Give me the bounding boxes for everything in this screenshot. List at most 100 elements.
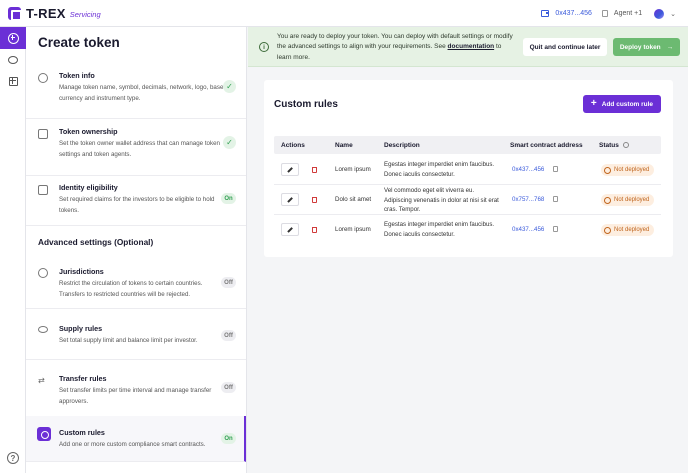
step-title: Token info — [59, 71, 95, 80]
clock-icon — [604, 196, 611, 204]
trash-icon — [311, 166, 317, 173]
gear-icon — [38, 73, 48, 83]
copy-icon[interactable] — [553, 226, 558, 232]
app-name: T-REX — [26, 5, 66, 21]
tokens-nav-button[interactable] — [0, 49, 26, 71]
step-token-info[interactable]: Token info Manage token name, symbol, de… — [26, 63, 246, 119]
banner-message: You are ready to deploy your token. You … — [277, 32, 513, 63]
quit-button[interactable]: Quit and continue later — [523, 38, 607, 56]
rule-name: Dolo sit amet — [335, 196, 372, 203]
delete-button[interactable] — [305, 223, 323, 236]
edit-button[interactable] — [281, 193, 299, 206]
pencil-icon — [287, 226, 293, 233]
step-token-ownership[interactable]: Token ownership Set the token owner wall… — [26, 119, 246, 176]
edit-button[interactable] — [281, 223, 299, 236]
delete-button[interactable] — [305, 193, 323, 206]
status-text: Not deployed — [614, 167, 650, 173]
app-logo[interactable]: T-REX Servicing — [8, 6, 101, 21]
status-badge: Not deployed — [601, 164, 655, 176]
contract-address-link[interactable]: 0x757...768 — [512, 196, 544, 203]
trash-icon — [311, 196, 317, 203]
step-desc: Manage token name, symbol, decimals, net… — [59, 84, 224, 102]
step-title: Supply rules — [59, 324, 103, 333]
advanced-settings-heading: Advanced settings (Optional) — [38, 237, 154, 247]
section-title: Custom rules — [274, 99, 338, 110]
toggle-on[interactable]: On — [221, 433, 236, 444]
status-badge: Not deployed — [601, 224, 655, 236]
column-header-status: Status — [599, 142, 629, 149]
delete-button[interactable] — [305, 163, 323, 176]
table-row: Lorem ipsum Egestas integer imperdiet en… — [274, 215, 661, 245]
custom-rules-card: Custom rules + Add custom rule Actions N… — [264, 80, 673, 257]
step-title: Custom rules — [59, 428, 105, 437]
column-header: Smart contract address — [510, 142, 583, 149]
copy-icon[interactable] — [553, 166, 558, 172]
nav-rail: ? — [0, 27, 26, 473]
status-text: Not deployed — [614, 227, 650, 233]
pencil-icon — [287, 166, 293, 173]
check-icon: ✓ — [223, 136, 236, 149]
document-icon — [38, 129, 48, 139]
plus-icon: + — [590, 98, 597, 109]
top-bar: T-REX Servicing 0x437...456 Agent +1 ⌄ — [0, 0, 688, 27]
coins-icon — [38, 326, 48, 333]
add-label: Add custom rule — [601, 100, 654, 108]
step-desc: Set the token owner wallet address that … — [59, 140, 220, 158]
column-header: Name — [335, 142, 353, 149]
grid-icon — [8, 76, 18, 86]
transfer-arrows-icon: ⇄ — [38, 376, 45, 385]
toggle-on[interactable]: On — [221, 193, 236, 204]
documentation-link[interactable]: documentation — [448, 43, 495, 50]
table-header: Actions Name Description Smart contract … — [274, 136, 661, 154]
step-desc: Set total supply limit and balance limit… — [59, 337, 198, 344]
edit-button[interactable] — [281, 163, 299, 176]
table-row: Lorem ipsum Egestas integer imperdiet en… — [274, 155, 661, 185]
step-custom-rules[interactable]: Custom rules Add one or more custom comp… — [26, 416, 246, 462]
step-supply-rules[interactable]: Supply rules Set total supply limit and … — [26, 316, 246, 360]
step-jurisdictions[interactable]: Jurisdictions Restrict the circulation o… — [26, 259, 246, 309]
trash-icon — [311, 226, 317, 233]
copy-icon[interactable] — [601, 10, 608, 17]
toggle-off[interactable]: Off — [221, 382, 236, 393]
logo-icon — [8, 6, 22, 21]
step-transfer-rules[interactable]: ⇄ Transfer rules Set transfer limits per… — [26, 367, 246, 417]
id-card-icon — [38, 185, 48, 195]
toggle-off[interactable]: Off — [221, 330, 236, 341]
wallet-address[interactable]: 0x437...456 — [555, 10, 592, 17]
step-identity-eligibility[interactable]: Identity eligibility Set required claims… — [26, 176, 246, 226]
clock-icon — [604, 166, 611, 174]
copy-icon[interactable] — [553, 196, 558, 202]
deploy-banner: i You are ready to deploy your token. Yo… — [248, 27, 688, 67]
column-header: Description — [384, 142, 420, 149]
wallet-icon — [541, 10, 550, 17]
deploy-token-button[interactable]: Deploy token → — [613, 38, 680, 56]
status-text: Not deployed — [614, 197, 650, 203]
custom-rules-icon — [37, 427, 51, 441]
plus-circle-icon — [7, 32, 19, 44]
account-area: 0x437...456 Agent +1 ⌄ — [541, 0, 676, 27]
add-custom-rule-button[interactable]: + Add custom rule — [583, 95, 661, 113]
agent-label: Agent +1 — [613, 10, 643, 17]
help-icon[interactable]: ? — [7, 452, 19, 464]
step-title: Token ownership — [59, 127, 118, 136]
location-pin-icon — [38, 268, 48, 278]
contract-address-link[interactable]: 0x437...456 — [512, 166, 544, 173]
info-icon: i — [259, 42, 269, 52]
column-header: Actions — [281, 142, 305, 149]
chevron-down-icon[interactable]: ⌄ — [670, 10, 676, 18]
contract-address-link[interactable]: 0x437...456 — [512, 226, 544, 233]
step-desc: Restrict the circulation of tokens to ce… — [59, 280, 203, 298]
avatar[interactable] — [654, 8, 665, 19]
step-desc: Add one or more custom compliance smart … — [59, 441, 206, 448]
rule-name: Lorem ipsum — [335, 166, 371, 173]
coins-icon — [8, 56, 18, 64]
step-title: Transfer rules — [59, 374, 107, 383]
dashboard-nav-button[interactable] — [0, 70, 26, 92]
pencil-icon — [287, 196, 293, 203]
toggle-off[interactable]: Off — [221, 277, 236, 288]
table-row: Dolo sit amet Vel commodo eget elit vive… — [274, 185, 661, 215]
app-subtitle: Servicing — [69, 10, 101, 19]
steps-panel: Create token Token info Manage token nam… — [26, 27, 247, 473]
info-icon[interactable] — [622, 142, 629, 149]
create-nav-button[interactable] — [0, 27, 26, 49]
